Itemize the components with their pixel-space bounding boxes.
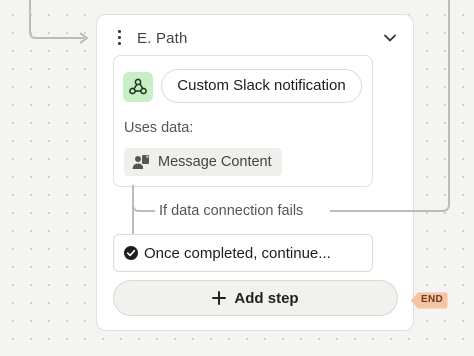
path-card: E. Path Custom Slack notification Uses d… <box>96 14 415 331</box>
plus-icon <box>212 291 227 305</box>
add-step-label: Add step <box>234 289 299 307</box>
add-step-button[interactable]: Add step <box>113 280 398 316</box>
incoming-connector <box>29 0 84 39</box>
continue-label: Once completed, continue... <box>144 244 331 262</box>
check-circle-icon <box>124 246 138 260</box>
continue-step[interactable]: Once completed, continue... <box>113 234 373 272</box>
end-label: END <box>421 294 444 305</box>
failure-branch-label: If data connection fails <box>157 203 306 219</box>
right-connector <box>414 0 450 212</box>
